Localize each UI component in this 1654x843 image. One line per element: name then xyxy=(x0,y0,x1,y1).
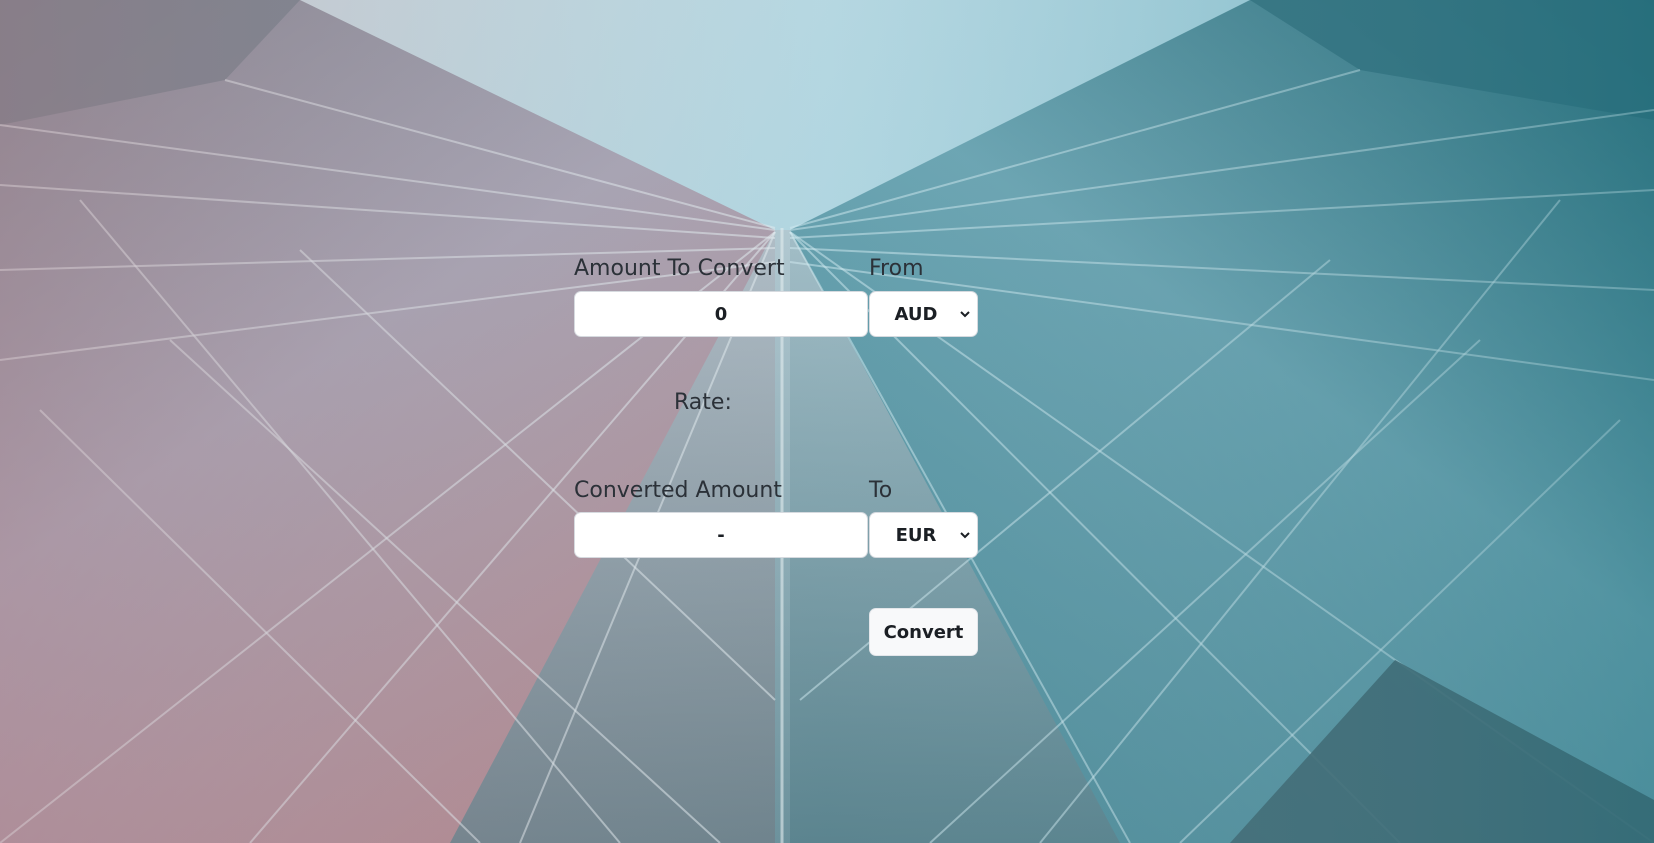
convert-button[interactable]: Convert xyxy=(869,608,978,656)
converted-amount-output xyxy=(574,512,868,558)
rate-label: Rate: xyxy=(674,390,732,415)
from-currency-value: AUD xyxy=(894,303,938,325)
amount-label: Amount To Convert xyxy=(574,256,785,281)
chevron-down-icon xyxy=(960,532,970,539)
background-image xyxy=(0,0,1654,843)
to-currency-value: EUR xyxy=(895,524,937,546)
from-label: From xyxy=(869,256,924,281)
to-currency-select[interactable]: EUR xyxy=(869,512,978,558)
amount-input[interactable] xyxy=(574,291,868,337)
from-currency-select[interactable]: AUD xyxy=(869,291,978,337)
chevron-down-icon xyxy=(960,311,970,318)
to-label: To xyxy=(869,478,893,503)
converted-amount-label: Converted Amount xyxy=(574,478,782,503)
